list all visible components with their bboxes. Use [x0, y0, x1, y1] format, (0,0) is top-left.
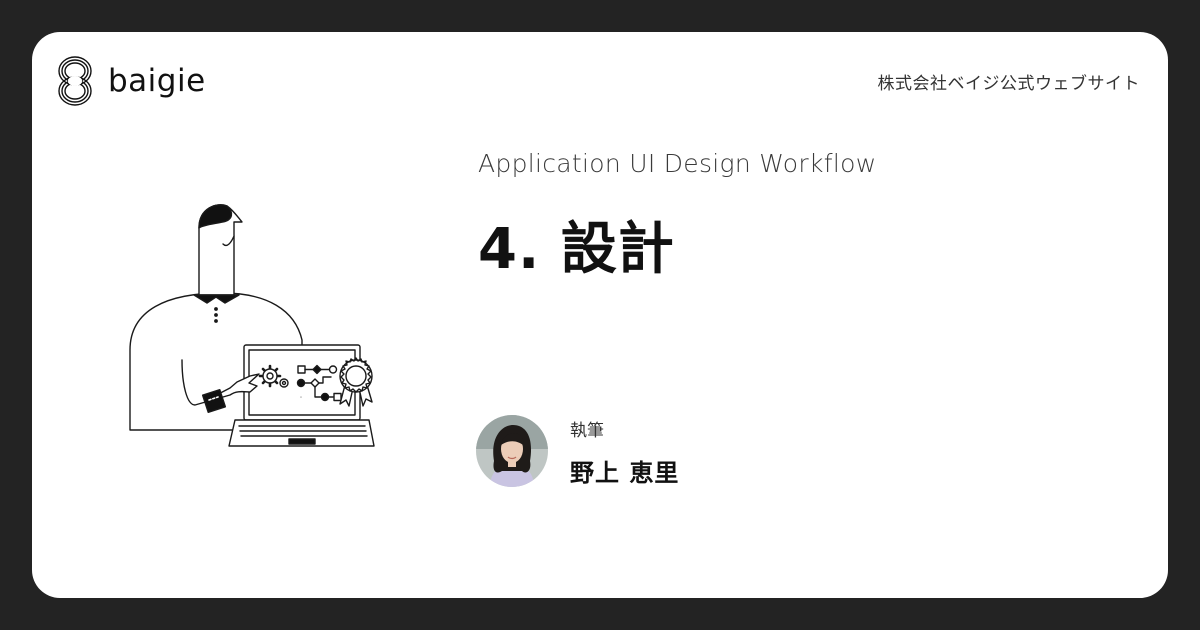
author-block: 執筆 野上 恵里	[476, 414, 679, 488]
author-role: 執筆	[570, 421, 604, 441]
article-title: 4. 設計	[478, 217, 675, 282]
article-series: Application UI Design Workflow	[478, 149, 877, 178]
brand-logo[interactable]: baigie	[54, 54, 206, 108]
og-card: baigie 株式会社ベイジ公式ウェブサイト Application UI De…	[32, 32, 1168, 598]
author-name: 野上 恵里	[570, 459, 680, 487]
designer-laptop-illustration	[129, 204, 375, 447]
baigie-logo-icon	[58, 56, 92, 106]
brand-name: baigie	[108, 62, 206, 99]
corporate-site-link[interactable]: 株式会社ベイジ公式ウェブサイト	[878, 69, 1141, 94]
author-avatar	[476, 415, 548, 487]
